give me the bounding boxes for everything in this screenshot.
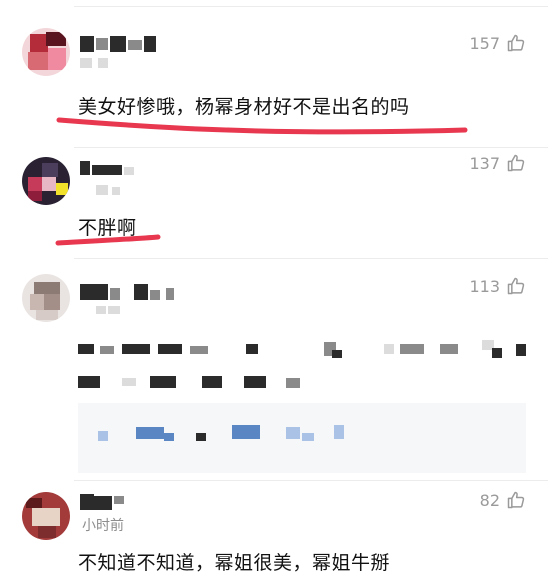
comment-1: 157 美女好惨哦，杨幂身材好不是出名的吗 xyxy=(0,0,548,150)
like-count: 113 xyxy=(469,276,500,296)
quoted-content-card[interactable] xyxy=(78,403,526,473)
comment-time: 小时前 xyxy=(82,518,124,534)
comment-3: 113 xyxy=(0,258,548,483)
highlight-underline xyxy=(55,234,161,246)
avatar[interactable] xyxy=(22,28,70,76)
thumbs-up-icon xyxy=(507,154,525,172)
like-count: 82 xyxy=(479,490,500,510)
like-count: 157 xyxy=(469,33,500,53)
like-button[interactable]: 137 xyxy=(469,153,526,173)
thumbs-up-icon xyxy=(507,491,525,509)
comment-text: 不知道不知道，幂姐很美，幂姐牛掰 xyxy=(78,552,391,574)
comment-2: 137 不胖啊 xyxy=(0,147,548,257)
redacted-comment-text xyxy=(78,338,528,398)
like-button[interactable]: 157 xyxy=(469,33,526,53)
avatar[interactable] xyxy=(22,157,70,205)
avatar[interactable] xyxy=(22,274,70,322)
avatar[interactable] xyxy=(22,492,70,540)
thumbs-up-icon xyxy=(507,34,525,52)
highlight-underline xyxy=(56,117,468,135)
like-count: 137 xyxy=(469,153,500,173)
comment-4: 小时前 82 不知道不知道，幂姐很美，幂姐牛掰 xyxy=(0,480,548,588)
like-button[interactable]: 82 xyxy=(480,490,526,510)
thumbs-up-icon xyxy=(507,277,525,295)
like-button[interactable]: 113 xyxy=(469,276,526,296)
